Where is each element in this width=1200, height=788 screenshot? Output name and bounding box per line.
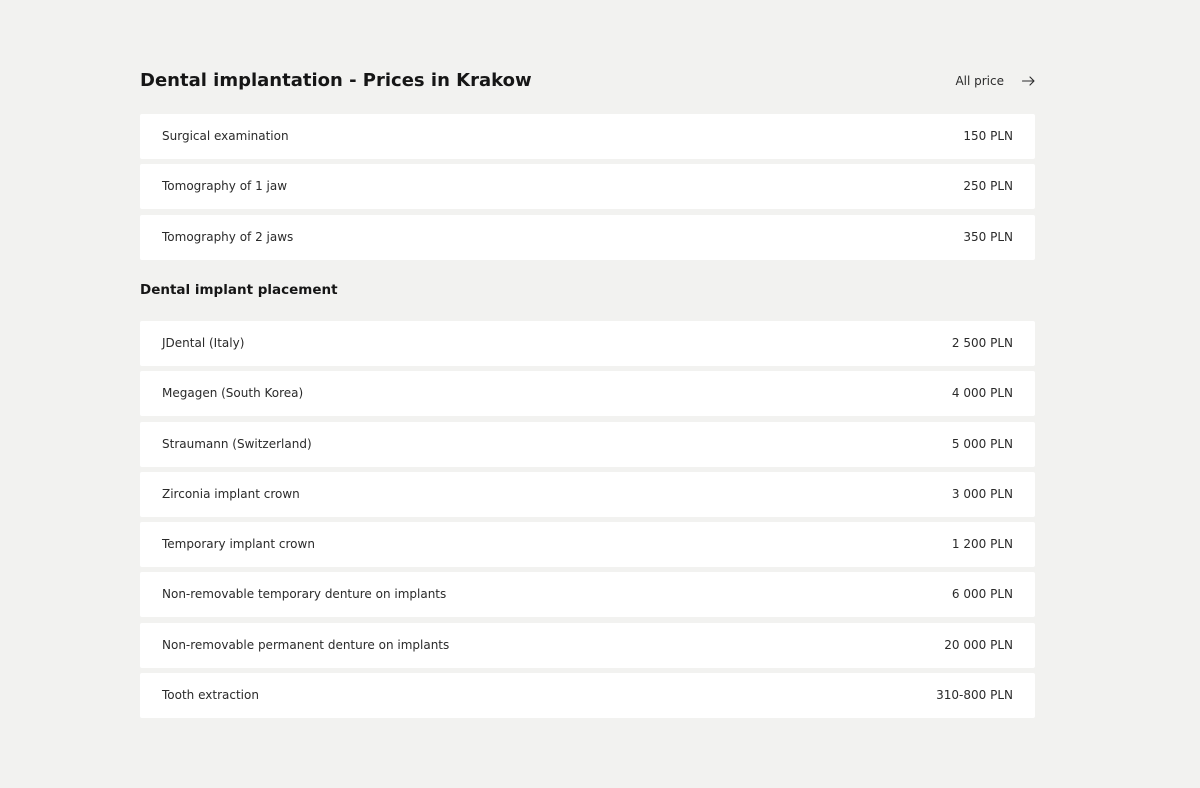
service-price: 310-800 PLN <box>936 688 1013 703</box>
service-name: Non-removable temporary denture on impla… <box>162 587 447 602</box>
service-name: Tooth extraction <box>162 688 259 703</box>
price-row: Tomography of 2 jaws 350 PLN <box>140 214 1035 260</box>
service-name: Tomography of 2 jaws <box>162 229 294 244</box>
price-row: Zirconia implant crown 3 000 PLN <box>140 471 1035 517</box>
service-price: 250 PLN <box>963 179 1013 194</box>
section-subtitle: Dental implant placement <box>140 282 338 298</box>
price-row: Tomography of 1 jaw 250 PLN <box>140 164 1035 210</box>
service-price: 1 200 PLN <box>951 537 1013 552</box>
service-price: 2 500 PLN <box>951 336 1013 350</box>
price-row: Non-removable permanent denture on impla… <box>140 622 1035 668</box>
service-price: 3 000 PLN <box>951 486 1013 501</box>
service-price: 4 000 PLN <box>951 386 1013 401</box>
service-name: Megagen (South Korea) <box>162 386 304 401</box>
section-header: Dental implantation - Prices in Krakow A… <box>140 68 1035 94</box>
service-price: 350 PLN <box>963 229 1013 244</box>
service-price: 5 000 PLN <box>951 436 1013 451</box>
service-name: Zirconia implant crown <box>162 486 300 501</box>
price-list-implants: JDental (Italy) 2 500 PLN Megagen (South… <box>140 321 1035 723</box>
service-name: Straumann (Switzerland) <box>162 436 312 451</box>
price-row: Surgical examination 150 PLN <box>140 114 1035 159</box>
price-row: Tooth extraction 310-800 PLN <box>140 673 1035 719</box>
service-name: Surgical examination <box>162 129 289 143</box>
service-price: 20 000 PLN <box>944 637 1013 652</box>
service-name: Tomography of 1 jaw <box>162 179 288 194</box>
service-price: 150 PLN <box>963 129 1013 143</box>
price-list-general: Surgical examination 150 PLN Tomography … <box>140 114 1035 265</box>
price-row: Straumann (Switzerland) 5 000 PLN <box>140 421 1035 467</box>
page-title: Dental implantation - Prices in Krakow <box>140 70 532 91</box>
price-row: Non-removable temporary denture on impla… <box>140 572 1035 618</box>
service-name: JDental (Italy) <box>162 336 245 350</box>
price-row: Temporary implant crown 1 200 PLN <box>140 522 1035 568</box>
price-row: Megagen (South Korea) 4 000 PLN <box>140 371 1035 417</box>
arrow-right-icon <box>1022 76 1035 86</box>
service-name: Temporary implant crown <box>162 537 315 552</box>
service-name: Non-removable permanent denture on impla… <box>162 637 450 652</box>
service-price: 6 000 PLN <box>951 587 1013 602</box>
all-price-label: All price <box>955 74 1004 88</box>
all-price-link[interactable]: All price <box>955 68 1035 94</box>
price-row: JDental (Italy) 2 500 PLN <box>140 321 1035 366</box>
